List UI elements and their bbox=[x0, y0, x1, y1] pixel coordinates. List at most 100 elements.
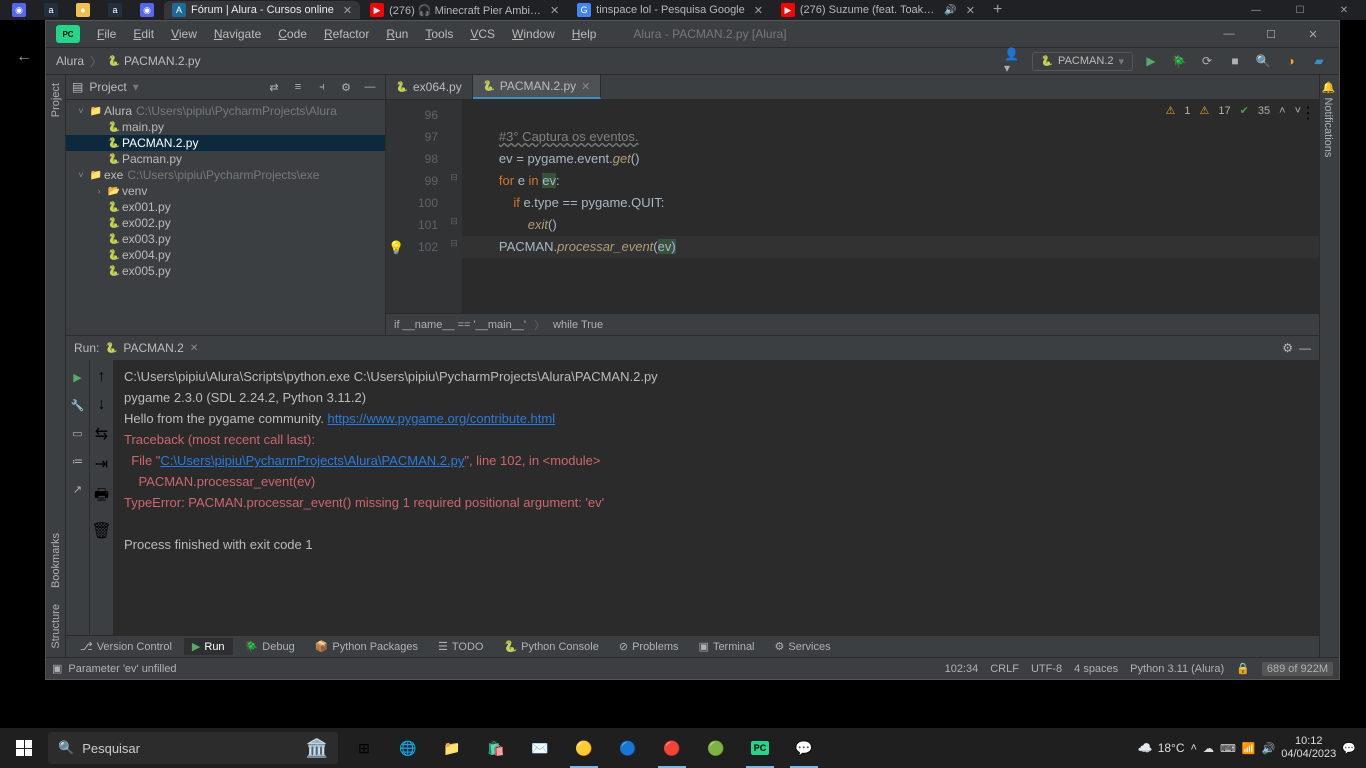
ide-updates-icon[interactable]: ◑ bbox=[1281, 51, 1301, 71]
chrome2-icon[interactable]: 🟢 bbox=[694, 728, 738, 768]
expand-all-icon[interactable]: ≡ bbox=[289, 78, 307, 96]
clear-icon[interactable]: 🗑 bbox=[91, 521, 111, 541]
rerun-icon[interactable]: ▶ bbox=[69, 368, 87, 386]
taskbar-clock[interactable]: 10:12 04/04/2023 bbox=[1281, 735, 1336, 761]
discord-icon[interactable]: 💬 bbox=[782, 728, 826, 768]
stop-icon[interactable]: 🔧 bbox=[69, 396, 87, 414]
browser-tab[interactable]: AFórum | Alura - Cursos online✕ bbox=[164, 1, 360, 19]
indent-config[interactable]: 4 spaces bbox=[1074, 663, 1118, 675]
menu-vcs[interactable]: VCS bbox=[463, 24, 502, 44]
tray-chevron-icon[interactable]: ˄ bbox=[1191, 742, 1197, 754]
caret-position[interactable]: 102:34 bbox=[945, 663, 979, 675]
inspection-widget[interactable]: ⚠1 ⚠17 ✔35 ˄ ˅ bbox=[1166, 104, 1301, 117]
store-icon[interactable]: 🛍️ bbox=[474, 728, 518, 768]
stop-button-icon[interactable]: ■ bbox=[1225, 51, 1245, 71]
print-icon[interactable]: 🖶 bbox=[94, 484, 109, 511]
select-opened-file-icon[interactable]: ⇄ bbox=[265, 78, 283, 96]
pin-icon[interactable]: ▭ bbox=[69, 424, 87, 442]
pycharm-task-icon[interactable]: PC bbox=[738, 728, 782, 768]
taskbar-search[interactable]: 🔍 Pesquisar 🏛️ bbox=[48, 732, 338, 764]
menu-file[interactable]: File bbox=[90, 24, 123, 44]
up-icon[interactable]: ↑ bbox=[98, 368, 106, 386]
tool-run[interactable]: ▶Run bbox=[184, 638, 233, 655]
new-tab-button[interactable]: + bbox=[985, 1, 1010, 19]
browser-tab[interactable]: ◉ bbox=[132, 1, 162, 19]
menu-window[interactable]: Window bbox=[505, 24, 562, 44]
tool-debug[interactable]: 🪲Debug bbox=[237, 638, 303, 655]
prev-highlight-icon[interactable]: ˄ bbox=[1279, 105, 1285, 117]
editor-breadcrumbs[interactable]: if __name__ == '__main__'〉while True bbox=[386, 313, 1319, 335]
editor-tab[interactable]: 🐍ex064.py bbox=[386, 75, 473, 99]
structure-tool-tab[interactable]: Structure bbox=[48, 596, 64, 657]
close-tab-icon[interactable]: ✕ bbox=[550, 4, 559, 17]
tool-terminal[interactable]: ▣Terminal bbox=[691, 638, 763, 655]
run-button-icon[interactable]: ▶ bbox=[1141, 51, 1161, 71]
browser-tab[interactable]: a bbox=[36, 1, 66, 19]
weather-widget[interactable]: ☁️18°C bbox=[1138, 741, 1185, 755]
close-tab-icon[interactable]: ✕ bbox=[343, 4, 352, 17]
project-tool-tab[interactable]: Project bbox=[48, 75, 64, 125]
add-config-icon[interactable]: 👤▾ bbox=[1004, 51, 1024, 71]
readonly-lock-icon[interactable]: 🔒 bbox=[1236, 662, 1250, 675]
file-encoding[interactable]: UTF-8 bbox=[1031, 663, 1062, 675]
editor-more-icon[interactable]: ⋮ bbox=[1300, 103, 1316, 123]
explorer-icon[interactable]: 📁 bbox=[430, 728, 474, 768]
opera-icon[interactable]: 🔴 bbox=[650, 728, 694, 768]
tree-row[interactable]: 🐍 Pacman.py bbox=[66, 151, 385, 167]
interpreter[interactable]: Python 3.11 (Alura) bbox=[1130, 663, 1224, 675]
menu-edit[interactable]: Edit bbox=[126, 24, 161, 44]
memory-indicator[interactable]: 689 of 922M bbox=[1262, 662, 1333, 676]
code-with-me-icon[interactable]: ▰ bbox=[1309, 51, 1329, 71]
editor-tab[interactable]: 🐍PACMAN.2.py✕ bbox=[473, 75, 602, 99]
run-settings-icon[interactable]: ⚙ bbox=[1282, 341, 1293, 355]
hide-tool-icon[interactable]: — bbox=[361, 78, 379, 96]
task-view-icon[interactable]: ⊞ bbox=[342, 728, 386, 768]
browser-tab[interactable]: ▶(276) 🎧 Minecraft Pier Ambi…✕ bbox=[362, 1, 567, 19]
tool-python-packages[interactable]: 📦Python Packages bbox=[307, 638, 426, 655]
console-output[interactable]: C:\Users\pipiu\Alura\Scripts\python.exe … bbox=[114, 360, 1319, 635]
mail-icon[interactable]: ✉️ bbox=[518, 728, 562, 768]
ide-close[interactable]: ✕ bbox=[1293, 23, 1333, 45]
run-config-selector[interactable]: 🐍 PACMAN.2 ▾ bbox=[1032, 52, 1133, 71]
notifications-icon[interactable]: 💬 bbox=[1342, 742, 1356, 755]
code-area[interactable]: #3° Captura os eventos. ev = pygame.even… bbox=[462, 100, 1319, 313]
wifi-icon[interactable]: 📶 bbox=[1242, 742, 1256, 755]
menu-tools[interactable]: Tools bbox=[418, 24, 460, 44]
copilot-icon[interactable]: 🔵 bbox=[606, 728, 650, 768]
intention-bulb-icon[interactable]: 💡 bbox=[388, 240, 404, 256]
breadcrumb[interactable]: Alura 〉 🐍PACMAN.2.py bbox=[56, 53, 201, 70]
browser-tab[interactable]: a bbox=[100, 1, 130, 19]
tree-row[interactable]: 🐍 PACMAN.2.py bbox=[66, 135, 385, 151]
close-tab-icon[interactable]: ✕ bbox=[966, 4, 975, 17]
bookmarks-tool-tab[interactable]: Bookmarks bbox=[48, 525, 64, 596]
tool-version-control[interactable]: ⎇Version Control bbox=[72, 638, 180, 655]
start-button[interactable] bbox=[0, 728, 48, 768]
browser-back-button[interactable]: ← bbox=[12, 45, 36, 69]
language-icon[interactable]: ⌨ bbox=[1220, 742, 1236, 755]
notifications-tool-tab[interactable]: 🔔 Notifications bbox=[1320, 75, 1337, 163]
browser-tab[interactable]: ● bbox=[68, 1, 98, 19]
browser-tab[interactable]: ▶(276) Suzume (feat. Toaka…🔊✕ bbox=[773, 1, 983, 19]
onedrive-icon[interactable]: ☁ bbox=[1203, 742, 1214, 755]
collapse-all-icon[interactable]: ⫞ bbox=[313, 78, 331, 96]
exit-icon[interactable]: ↗ bbox=[69, 480, 87, 498]
menu-refactor[interactable]: Refactor bbox=[317, 24, 376, 44]
soft-wrap-icon[interactable]: ⇆ bbox=[95, 424, 108, 444]
scroll-end-icon[interactable]: ⇥ bbox=[95, 454, 108, 474]
tree-row[interactable]: 🐍 main.py bbox=[66, 119, 385, 135]
tree-row[interactable]: ˅📁 Alura C:\Users\pipiu\PycharmProjects\… bbox=[66, 103, 385, 119]
browser-minimize[interactable]: — bbox=[1234, 0, 1278, 20]
browser-maximize[interactable]: ☐ bbox=[1278, 0, 1322, 20]
console-link[interactable]: https://www.pygame.org/contribute.html bbox=[328, 411, 556, 426]
tree-row[interactable]: 🐍 ex002.py bbox=[66, 215, 385, 231]
search-everywhere-icon[interactable]: 🔍 bbox=[1253, 51, 1273, 71]
tool-python-console[interactable]: 🐍Python Console bbox=[495, 638, 606, 655]
menu-run[interactable]: Run bbox=[379, 24, 415, 44]
run-coverage-icon[interactable]: ⟳ bbox=[1197, 51, 1217, 71]
browser-tab[interactable]: Gtinspace lol - Pesquisa Google✕ bbox=[569, 1, 771, 19]
debug-button-icon[interactable]: 🪲 bbox=[1169, 51, 1189, 71]
chrome-icon[interactable]: 🟡 bbox=[562, 728, 606, 768]
run-tool-config[interactable]: PACMAN.2 bbox=[123, 341, 183, 355]
tree-row[interactable]: 🐍 ex003.py bbox=[66, 231, 385, 247]
project-label[interactable]: Project bbox=[89, 80, 126, 94]
